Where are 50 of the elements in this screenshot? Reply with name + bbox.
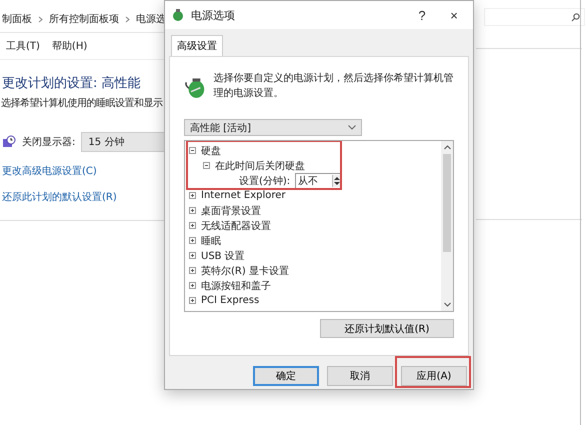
- search-icon: [571, 12, 580, 22]
- menu-item[interactable]: 帮助(H): [52, 39, 88, 53]
- tree-item[interactable]: 英特尔(R) 显卡设置: [201, 264, 289, 278]
- expander-icon[interactable]: [189, 297, 196, 304]
- tree-item[interactable]: Internet Explorer: [201, 190, 286, 201]
- tree-item[interactable]: PCI Express: [201, 295, 260, 306]
- tab[interactable]: 高级设置: [171, 35, 223, 56]
- expander-icon[interactable]: [189, 207, 196, 214]
- scroll-down-icon[interactable]: [444, 302, 450, 307]
- page-subtitle: 选择希望计算机使用的睡眠设置和显示: [0, 96, 164, 110]
- dialog-title: 电源选项: [191, 8, 235, 22]
- chevron-icon: [38, 16, 43, 22]
- display-off-dropdown[interactable]: 15 分钟: [81, 132, 166, 152]
- breadcrumb-item[interactable]: 所有控制面板项: [49, 12, 119, 26]
- expander-icon[interactable]: [189, 252, 196, 259]
- display-off-label: 关闭显示器:: [22, 136, 76, 149]
- dialog-description: 选择你要自定义的电源计划，然后选择你希望计算机管理的电源设置。: [213, 72, 454, 101]
- tree-item[interactable]: USB 设置: [201, 248, 245, 262]
- page-title: 更改计划的设置: 高性能: [1, 75, 142, 92]
- chevron-icon: [125, 16, 130, 22]
- tree-item[interactable]: 无线适配器设置: [201, 218, 271, 232]
- setting-label: 设置(分钟):: [239, 174, 290, 188]
- tree-item[interactable]: 在此时间后关闭硬盘: [215, 158, 305, 172]
- restore-defaults-button[interactable]: 还原计划默认值(R): [320, 319, 454, 338]
- help-button[interactable]: ?: [409, 8, 435, 22]
- tree-item[interactable]: 电源按钮和盖子: [201, 278, 271, 292]
- spin-arrows-icon[interactable]: [334, 174, 340, 186]
- expander-icon[interactable]: [203, 162, 210, 169]
- breadcrumb-item[interactable]: 制面板: [2, 12, 32, 26]
- chevron-down-icon: [348, 125, 356, 130]
- menu-item[interactable]: 工具(T): [6, 39, 40, 53]
- search-field[interactable]: [484, 8, 585, 26]
- expander-icon[interactable]: [189, 192, 196, 199]
- scrollbar[interactable]: [441, 141, 453, 311]
- expander-icon[interactable]: [189, 147, 196, 154]
- dialog-button[interactable]: 应用(A): [401, 366, 467, 386]
- dialog-button[interactable]: 取消: [327, 366, 393, 386]
- expander-icon[interactable]: [189, 267, 196, 274]
- scroll-up-icon[interactable]: [444, 145, 450, 150]
- power-plan-icon: [171, 8, 185, 22]
- minutes-spinbox[interactable]: 从不: [295, 172, 342, 188]
- dialog-button[interactable]: 确定: [253, 366, 319, 386]
- close-button[interactable]: ×: [441, 8, 467, 22]
- tree-item[interactable]: 硬盘: [201, 144, 221, 158]
- expander-icon[interactable]: [189, 222, 196, 229]
- tree-item[interactable]: 桌面背景设置: [201, 204, 261, 218]
- plan-dropdown[interactable]: 高性能 [活动]: [184, 119, 362, 136]
- expander-icon[interactable]: [189, 237, 196, 244]
- tree-item[interactable]: 睡眠: [201, 234, 221, 248]
- expander-icon[interactable]: [189, 282, 196, 289]
